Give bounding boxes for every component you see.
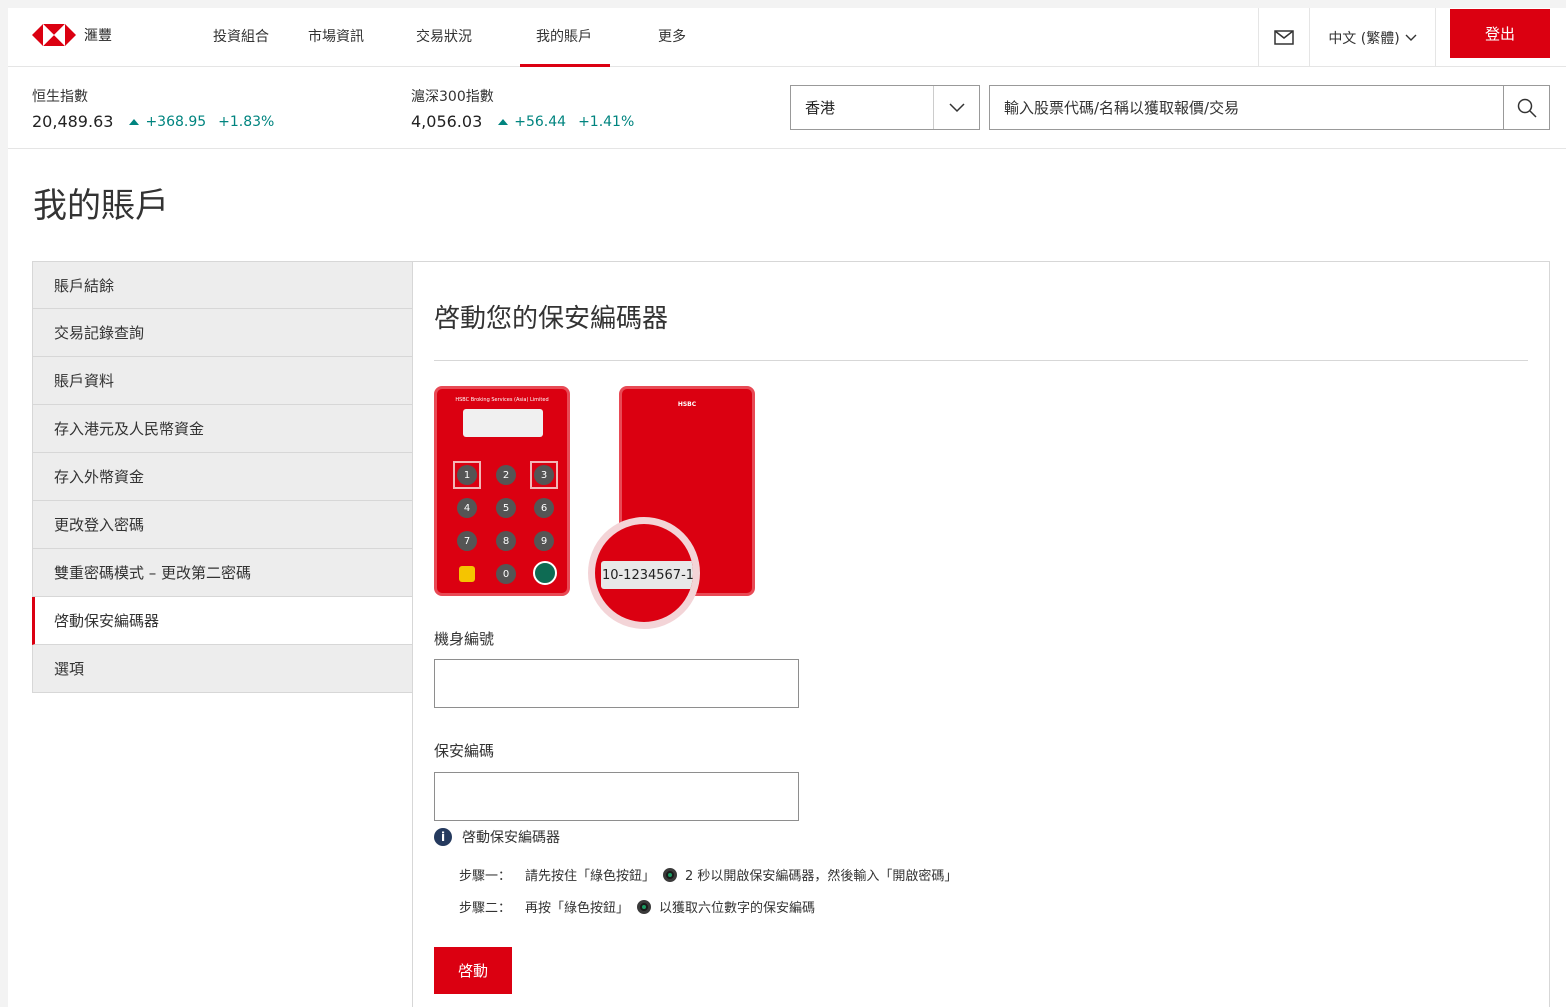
info-title: 啓動保安編碼器 bbox=[462, 830, 560, 846]
search-icon bbox=[1517, 98, 1537, 118]
step-label: 步驟二： bbox=[459, 901, 512, 916]
security-device-front-image: HSBC Broking Services (Asia) Limited 1 2… bbox=[434, 386, 570, 596]
chevron-down-icon bbox=[1405, 34, 1417, 41]
device-key: 3 bbox=[534, 465, 554, 485]
step-text: 再按「綠色按鈕」 bbox=[525, 901, 630, 916]
device-key: 6 bbox=[534, 498, 554, 518]
green-power-key-icon bbox=[533, 561, 557, 585]
language-label: 中文 (繁體) bbox=[1328, 30, 1400, 47]
serial-number-sample: 10-1234567-1 bbox=[601, 561, 693, 589]
device-header-text: HSBC Broking Services (Asia) Limited bbox=[455, 397, 549, 403]
sidebar-item-activate-security-device[interactable]: 啓動保安編碼器 bbox=[32, 597, 413, 645]
nav-item-portfolio[interactable]: 投資組合 bbox=[213, 26, 269, 46]
section-title: 啓動您的保安編碼器 bbox=[434, 304, 669, 334]
activation-info: i 啓動保安編碼器 bbox=[434, 827, 560, 847]
index-ticker-bar: 恒生指數 20,489.63 +368.95 +1.83% 滬深300指數 4,… bbox=[8, 67, 1566, 149]
step-label: 步驟一： bbox=[459, 869, 512, 884]
device-key: 4 bbox=[457, 498, 477, 518]
up-arrow-icon bbox=[498, 118, 509, 125]
nav-item-trade-status[interactable]: 交易狀況 bbox=[416, 26, 472, 46]
step-two: 步驟二： 再按「綠色按鈕」 以獲取六位數字的保安編碼 bbox=[459, 897, 815, 916]
market-select[interactable]: 香港 bbox=[790, 85, 980, 130]
step-text: 請先按住「綠色按鈕」 bbox=[525, 869, 656, 884]
hsbc-logo[interactable]: 滙豐 bbox=[32, 24, 112, 46]
activation-panel: 啓動您的保安編碼器 HSBC Broking Services (Asia) L… bbox=[412, 261, 1550, 1007]
index-percent: +1.83% bbox=[218, 113, 275, 130]
index-name: 滬深300指數 bbox=[411, 89, 494, 105]
device-key: 0 bbox=[496, 564, 516, 584]
step-one: 步驟一： 請先按住「綠色按鈕」 2 秒以開啟保安編碼器，然後輸入「開啟密碼」 bbox=[459, 865, 957, 884]
market-dropdown-toggle[interactable] bbox=[933, 86, 979, 129]
security-code-input[interactable] bbox=[434, 772, 799, 821]
step-text: 以獲取六位數字的保安編碼 bbox=[659, 901, 816, 916]
sidebar-item-change-second-password[interactable]: 雙重密碼模式 – 更改第二密碼 bbox=[32, 549, 413, 597]
device-key: 8 bbox=[496, 531, 516, 551]
logout-button[interactable]: 登出 bbox=[1450, 9, 1550, 58]
index-name: 恒生指數 bbox=[32, 89, 88, 105]
device-back-logo: HSBC bbox=[677, 401, 697, 408]
divider bbox=[434, 360, 1528, 361]
top-nav: 滙豐 投資組合 市場資訊 交易狀況 我的賬戶 更多 中文 (繁體) 登出 bbox=[8, 8, 1566, 67]
info-icon: i bbox=[434, 828, 452, 846]
hsbc-hexagon-icon bbox=[32, 24, 76, 46]
sidebar-item-options[interactable]: 選項 bbox=[32, 645, 413, 693]
device-key: 9 bbox=[534, 531, 554, 551]
serial-magnifier: 10-1234567-1 bbox=[588, 517, 700, 629]
index-percent: +1.41% bbox=[578, 113, 635, 130]
sidebar-item-transaction-history[interactable]: 交易記錄查詢 bbox=[32, 309, 413, 357]
nav-item-market-info[interactable]: 市場資訊 bbox=[308, 26, 364, 46]
device-screen bbox=[463, 409, 543, 437]
stock-search bbox=[989, 85, 1550, 130]
activate-button[interactable]: 啓動 bbox=[434, 947, 512, 994]
step-text: 2 秒以開啟保安編碼器，然後輸入「開啟密碼」 bbox=[685, 869, 958, 884]
device-key: 7 bbox=[457, 531, 477, 551]
yellow-key bbox=[459, 566, 475, 582]
green-button-icon bbox=[663, 867, 678, 882]
account-sidebar: 賬戶結餘 交易記錄查詢 賬戶資料 存入港元及人民幣資金 存入外幣資金 更改登入密… bbox=[32, 261, 413, 693]
language-selector[interactable]: 中文 (繁體) bbox=[1310, 8, 1436, 67]
search-button[interactable] bbox=[1503, 86, 1549, 129]
chevron-down-icon bbox=[948, 102, 965, 112]
sidebar-item-deposit-foreign[interactable]: 存入外幣資金 bbox=[32, 453, 413, 501]
index-csi300[interactable]: 滬深300指數 4,056.03 +56.44 +1.41% bbox=[411, 86, 634, 131]
index-value: 4,056.03 bbox=[411, 112, 483, 131]
sidebar-item-deposit-hkd-rmb[interactable]: 存入港元及人民幣資金 bbox=[32, 405, 413, 453]
sidebar-item-change-password[interactable]: 更改登入密碼 bbox=[32, 501, 413, 549]
serial-number-label: 機身編號 bbox=[434, 630, 495, 648]
sidebar-item-account-info[interactable]: 賬戶資料 bbox=[32, 357, 413, 405]
device-back-instructions bbox=[630, 419, 748, 425]
page-title: 我的賬戶 bbox=[33, 186, 169, 226]
device-key: 5 bbox=[496, 498, 516, 518]
index-change: +368.95 bbox=[129, 114, 206, 130]
device-key: 2 bbox=[496, 465, 516, 485]
nav-item-my-account[interactable]: 我的賬戶 bbox=[536, 26, 592, 46]
stock-search-input[interactable] bbox=[990, 98, 1503, 117]
index-hsi[interactable]: 恒生指數 20,489.63 +368.95 +1.83% bbox=[32, 86, 274, 131]
sidebar-item-account-balance[interactable]: 賬戶結餘 bbox=[32, 261, 413, 309]
index-change-value: +56.44 bbox=[514, 113, 567, 130]
up-arrow-icon bbox=[129, 118, 140, 125]
index-change: +56.44 bbox=[498, 114, 566, 130]
serial-number-input[interactable] bbox=[434, 659, 799, 708]
security-code-label: 保安編碼 bbox=[434, 742, 495, 760]
page: 滙豐 投資組合 市場資訊 交易狀況 我的賬戶 更多 中文 (繁體) 登出 恒生指… bbox=[8, 8, 1566, 1007]
index-change-value: +368.95 bbox=[145, 113, 207, 130]
green-button-icon bbox=[637, 899, 652, 914]
nav-item-more[interactable]: 更多 bbox=[658, 26, 686, 46]
index-value: 20,489.63 bbox=[32, 112, 114, 131]
device-key: 1 bbox=[457, 465, 477, 485]
brand-name: 滙豐 bbox=[84, 28, 112, 44]
market-selected-value: 香港 bbox=[805, 99, 836, 117]
mail-icon bbox=[1274, 30, 1294, 45]
mail-button[interactable] bbox=[1258, 8, 1310, 67]
